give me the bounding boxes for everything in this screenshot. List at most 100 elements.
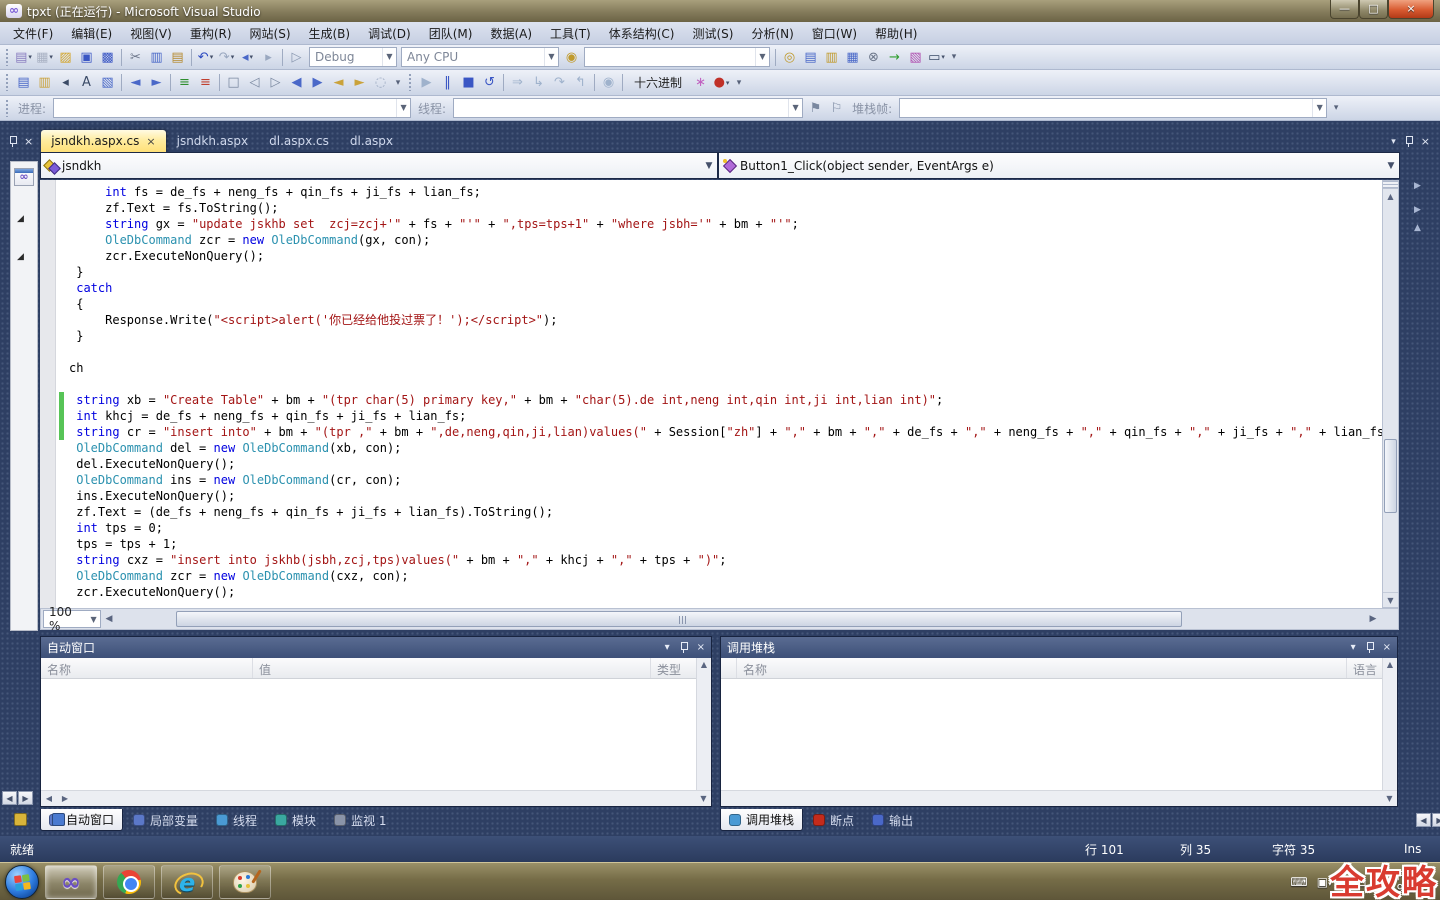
step-over-icon[interactable]: ↷: [549, 73, 570, 93]
column-header[interactable]: 名称: [41, 658, 253, 678]
copy-icon[interactable]: ▥: [146, 47, 167, 67]
members-dropdown[interactable]: Button1_Click(object sender, EventArgs e…: [718, 152, 1400, 179]
scroll-right-icon[interactable]: ▶: [1432, 813, 1440, 827]
scroll-down-icon[interactable]: ▼: [1383, 592, 1398, 607]
menu-item-1[interactable]: 编辑(E): [62, 22, 121, 45]
panel-tab-locals[interactable]: 局部变量: [125, 809, 206, 831]
autos-panel-header[interactable]: 自动窗口 ▾ ×: [41, 637, 711, 658]
taskbar-visual-studio[interactable]: ∞: [45, 865, 97, 899]
uncomment-icon[interactable]: ≡: [195, 73, 216, 93]
scroll-right-icon[interactable]: ▶: [57, 794, 73, 803]
splitter-handle[interactable]: [1383, 181, 1398, 189]
navigate-backward-icon[interactable]: ◂: [237, 47, 258, 67]
menu-item-2[interactable]: 视图(V): [121, 22, 181, 45]
window-menu-icon[interactable]: ▾: [665, 642, 670, 653]
object-browser-icon[interactable]: ▦: [842, 47, 863, 67]
chevron-down-icon[interactable]: ▼: [396, 99, 410, 117]
find-combo[interactable]: ▼: [584, 47, 770, 67]
chevron-down-icon[interactable]: ▼: [382, 48, 396, 66]
outline-icon[interactable]: ▧: [97, 73, 118, 93]
tab-list-dropdown-icon[interactable]: ▾: [1391, 137, 1396, 147]
next-bookmark-doc-icon[interactable]: ►: [349, 73, 370, 93]
scroll-left-icon[interactable]: ◀: [2, 791, 17, 805]
start-page-tab-icon[interactable]: ∞: [14, 168, 34, 186]
taskbar-paint[interactable]: [219, 865, 271, 899]
extension-manager-icon[interactable]: ▧: [905, 47, 926, 67]
menu-item-5[interactable]: 生成(B): [300, 22, 360, 45]
quick-info-icon[interactable]: ◂: [55, 73, 76, 93]
panel-vertical-scrollbar[interactable]: ▲: [1382, 658, 1397, 790]
autohide-tab-icon[interactable]: ◢: [17, 252, 37, 262]
scroll-up-icon[interactable]: ▲: [697, 658, 711, 672]
process-combo[interactable]: ▼: [53, 98, 411, 118]
toolbar-grip[interactable]: [5, 49, 10, 66]
menu-item-9[interactable]: 工具(T): [541, 22, 600, 45]
tab-close-icon[interactable]: ×: [146, 135, 155, 148]
external-tools-icon[interactable]: ⊗: [863, 47, 884, 67]
menu-item-10[interactable]: 体系结构(C): [600, 22, 684, 45]
output-wand-icon[interactable]: ∗: [690, 73, 711, 93]
navigate-forward-icon[interactable]: ▸: [258, 47, 279, 67]
close-icon[interactable]: ×: [24, 136, 33, 147]
previous-bookmark-doc-icon[interactable]: ◄: [328, 73, 349, 93]
scroll-up-icon[interactable]: ▲: [1383, 189, 1398, 204]
properties-window-icon[interactable]: ▤: [800, 47, 821, 67]
toolbar-overflow[interactable]: ▾: [947, 52, 961, 62]
command-window-icon[interactable]: ▭: [926, 47, 947, 67]
toolbar-grip[interactable]: [5, 100, 10, 117]
breakpoint-margin[interactable]: [40, 180, 56, 608]
flag-icon[interactable]: ⚑: [805, 98, 826, 118]
open-file-icon[interactable]: ▨: [55, 47, 76, 67]
find-in-files-icon[interactable]: ◉: [561, 47, 582, 67]
menu-item-3[interactable]: 重构(R): [181, 22, 241, 45]
pin-icon[interactable]: [8, 136, 17, 147]
chevron-down-icon[interactable]: ▼: [701, 161, 717, 171]
editor-vertical-scrollbar[interactable]: ▲ ▼: [1382, 180, 1399, 608]
menu-item-6[interactable]: 调试(D): [359, 22, 420, 45]
window-menu-icon[interactable]: ▾: [1351, 642, 1356, 653]
column-header[interactable]: 名称: [737, 658, 1347, 678]
panel-tab-call-stack[interactable]: 调用堆栈: [720, 809, 803, 831]
scroll-left-icon[interactable]: ◀: [1416, 813, 1431, 827]
code-area[interactable]: int fs = de_fs + neng_fs + qin_fs + ji_f…: [69, 180, 1382, 608]
toolbar-overflow[interactable]: ▾: [391, 78, 405, 88]
find-symbol-icon[interactable]: ◎: [779, 47, 800, 67]
menu-item-4[interactable]: 网站(S): [241, 22, 300, 45]
chevron-down-icon[interactable]: ▼: [544, 48, 558, 66]
scroll-right-icon[interactable]: ▶: [1365, 614, 1381, 624]
maximize-button[interactable]: □: [1359, 0, 1388, 19]
increase-indent-icon[interactable]: ►: [146, 73, 167, 93]
close-button[interactable]: ×: [1388, 0, 1434, 19]
code-editor[interactable]: int fs = de_fs + neng_fs + qin_fs + ji_f…: [40, 180, 1382, 608]
solution-configurations-combo[interactable]: Debug▼: [309, 47, 397, 67]
menu-item-0[interactable]: 文件(F): [4, 22, 62, 45]
tab-jsndkh-aspx-cs[interactable]: jsndkh.aspx.cs×: [41, 130, 165, 152]
menu-item-12[interactable]: 分析(N): [742, 22, 802, 45]
panel-tab-threads[interactable]: 线程: [208, 809, 265, 831]
scroll-down-icon[interactable]: ▼: [1382, 794, 1397, 803]
save-all-icon[interactable]: ▩: [97, 47, 118, 67]
column-header[interactable]: [721, 658, 737, 678]
show-next-statement-icon[interactable]: ⇒: [507, 73, 528, 93]
add-new-item-icon[interactable]: ▦: [34, 47, 55, 67]
pin-icon[interactable]: [1404, 136, 1413, 147]
new-project-icon[interactable]: ▤: [13, 47, 34, 67]
scroll-right-icon[interactable]: ▶: [18, 791, 33, 805]
tab-dl-aspx[interactable]: dl.aspx: [340, 130, 403, 152]
stop-debugging-icon[interactable]: ■: [458, 73, 479, 93]
call-stack-panel-header[interactable]: 调用堆栈 ▾ ×: [721, 637, 1397, 658]
redo-icon[interactable]: ↷: [216, 47, 237, 67]
collapsed-panel-icon[interactable]: ▶: [1414, 205, 1421, 215]
toolbar-overflow[interactable]: ▾: [1329, 103, 1343, 113]
panel-horizontal-scrollbar[interactable]: ◀ ▶ ▼: [41, 790, 711, 806]
parameter-info-icon[interactable]: ▥: [34, 73, 55, 93]
panel-tab-watch-1[interactable]: 监视 1: [326, 809, 394, 831]
stackframe-combo[interactable]: ▼: [899, 98, 1327, 118]
cut-icon[interactable]: ✂: [125, 47, 146, 67]
types-dropdown[interactable]: jsndkh ▼: [40, 152, 718, 179]
continue-icon[interactable]: ▶: [416, 73, 437, 93]
panel-horizontal-scrollbar[interactable]: ▼: [721, 790, 1397, 806]
tab-jsndkh-aspx[interactable]: jsndkh.aspx: [167, 130, 259, 152]
start-button[interactable]: [5, 865, 39, 899]
member-list-icon[interactable]: ▤: [13, 73, 34, 93]
